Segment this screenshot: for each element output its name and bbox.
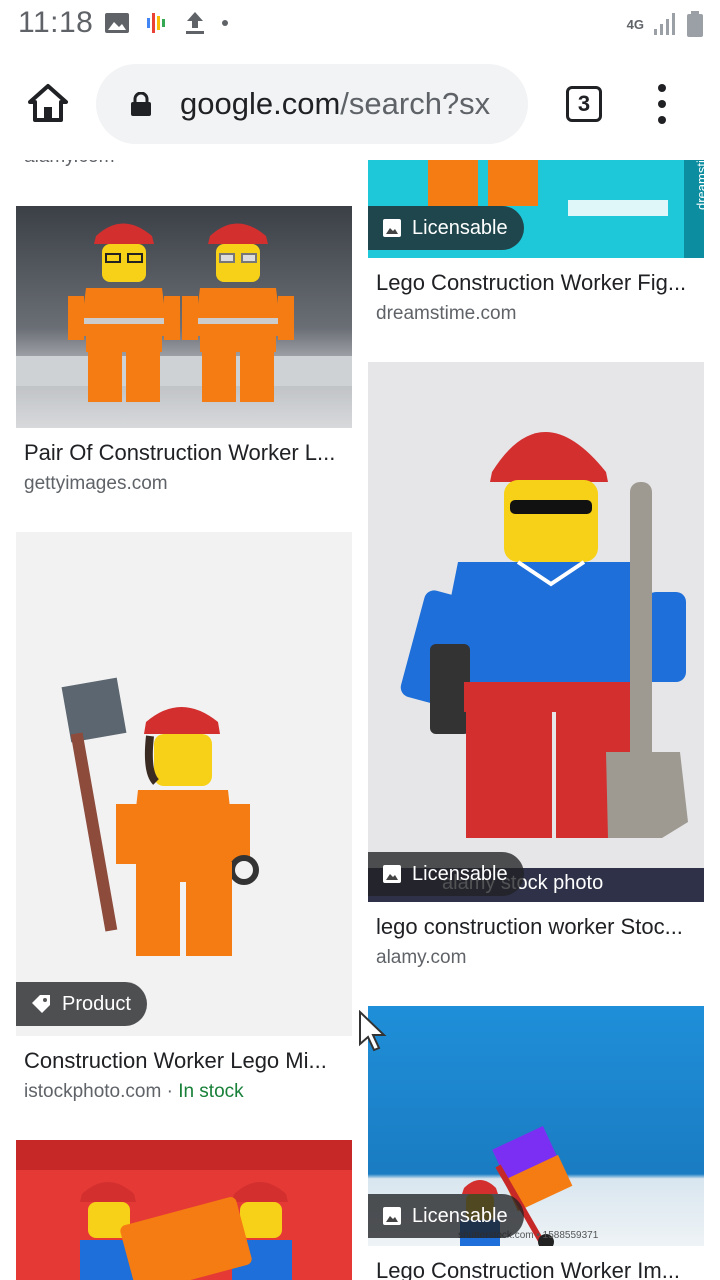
image-icon: [383, 865, 401, 883]
status-bar: 11:18 4G: [0, 0, 720, 50]
system-icons: 4G: [627, 10, 704, 38]
url-path: /search?sx: [340, 86, 491, 121]
home-icon[interactable]: [24, 80, 72, 128]
result-title[interactable]: Construction Worker Lego Mi...: [24, 1048, 346, 1074]
result-title[interactable]: Lego Construction Worker Im...: [376, 1258, 698, 1280]
gallery-icon: [105, 13, 129, 33]
source-domain: istockphoto.com: [24, 1081, 162, 1102]
image-icon: [383, 1207, 401, 1225]
result-title[interactable]: lego construction worker Stoc...: [376, 914, 698, 940]
status-time: 11:18: [18, 6, 94, 39]
result-image-istockphoto[interactable]: Product: [16, 532, 352, 1036]
lock-icon: [131, 92, 151, 116]
badge-label: Licensable: [412, 1204, 508, 1227]
licensable-badge: Licensable: [368, 206, 524, 250]
watermark-dreamstime: dreamstime: [694, 160, 704, 210]
result-image-alamy[interactable]: alamy stock photo Licensable: [368, 362, 704, 902]
result-source[interactable]: dreamstime.com: [376, 303, 516, 325]
result-source[interactable]: istockphoto.com · In stock: [24, 1081, 244, 1103]
result-source[interactable]: alamy.com: [24, 160, 114, 168]
image-icon: [383, 219, 401, 237]
browser-toolbar: google.com/search?sx 3: [0, 50, 720, 160]
lego-pair-figure: [16, 223, 352, 402]
battery-icon: [687, 11, 703, 37]
overflow-menu-icon[interactable]: [654, 84, 670, 124]
result-source[interactable]: gettyimages.com: [24, 473, 168, 495]
result-source[interactable]: alamy.com: [376, 947, 466, 969]
result-image-gettyimages[interactable]: [16, 206, 352, 428]
assistant-mic-icon: [147, 13, 165, 33]
tab-switcher-button[interactable]: 3: [566, 86, 602, 122]
result-image-dreamstime[interactable]: dreamstime Licensable: [368, 160, 704, 258]
licensable-badge: Licensable: [368, 852, 524, 896]
lego-worker-hammer-figure: [61, 677, 259, 956]
badge-label: Licensable: [412, 216, 508, 239]
lego-worker-shovel-figure: [368, 432, 704, 902]
licensable-badge: Licensable: [368, 1194, 524, 1238]
stock-status: In stock: [178, 1081, 244, 1102]
badge-label: Licensable: [412, 862, 508, 885]
signal-icon: [654, 13, 675, 35]
badge-label: Product: [62, 992, 131, 1015]
upload-icon: [186, 12, 204, 34]
result-title[interactable]: Lego Construction Worker Fig...: [376, 270, 698, 296]
url-host: google.com: [180, 86, 341, 121]
tag-icon: [32, 995, 50, 1013]
lego-workers-carrying-brick: [16, 1140, 352, 1280]
dot-icon: [222, 20, 228, 26]
product-badge: Product: [16, 982, 147, 1026]
notification-icons: [104, 10, 230, 36]
network-type-label: 4G: [626, 16, 644, 32]
mouse-cursor-icon: [359, 1010, 387, 1052]
url-text: google.com/search?sx: [180, 86, 520, 122]
address-bar[interactable]: google.com/search?sx: [96, 64, 528, 144]
result-image-shutterstock[interactable]: shutterstock.com • 1588559371 Licensable: [368, 1006, 704, 1246]
image-results-grid: alamy.com: [0, 160, 720, 1280]
result-title[interactable]: Pair Of Construction Worker L...: [24, 440, 346, 466]
result-image-lego-brick[interactable]: [16, 1140, 352, 1280]
